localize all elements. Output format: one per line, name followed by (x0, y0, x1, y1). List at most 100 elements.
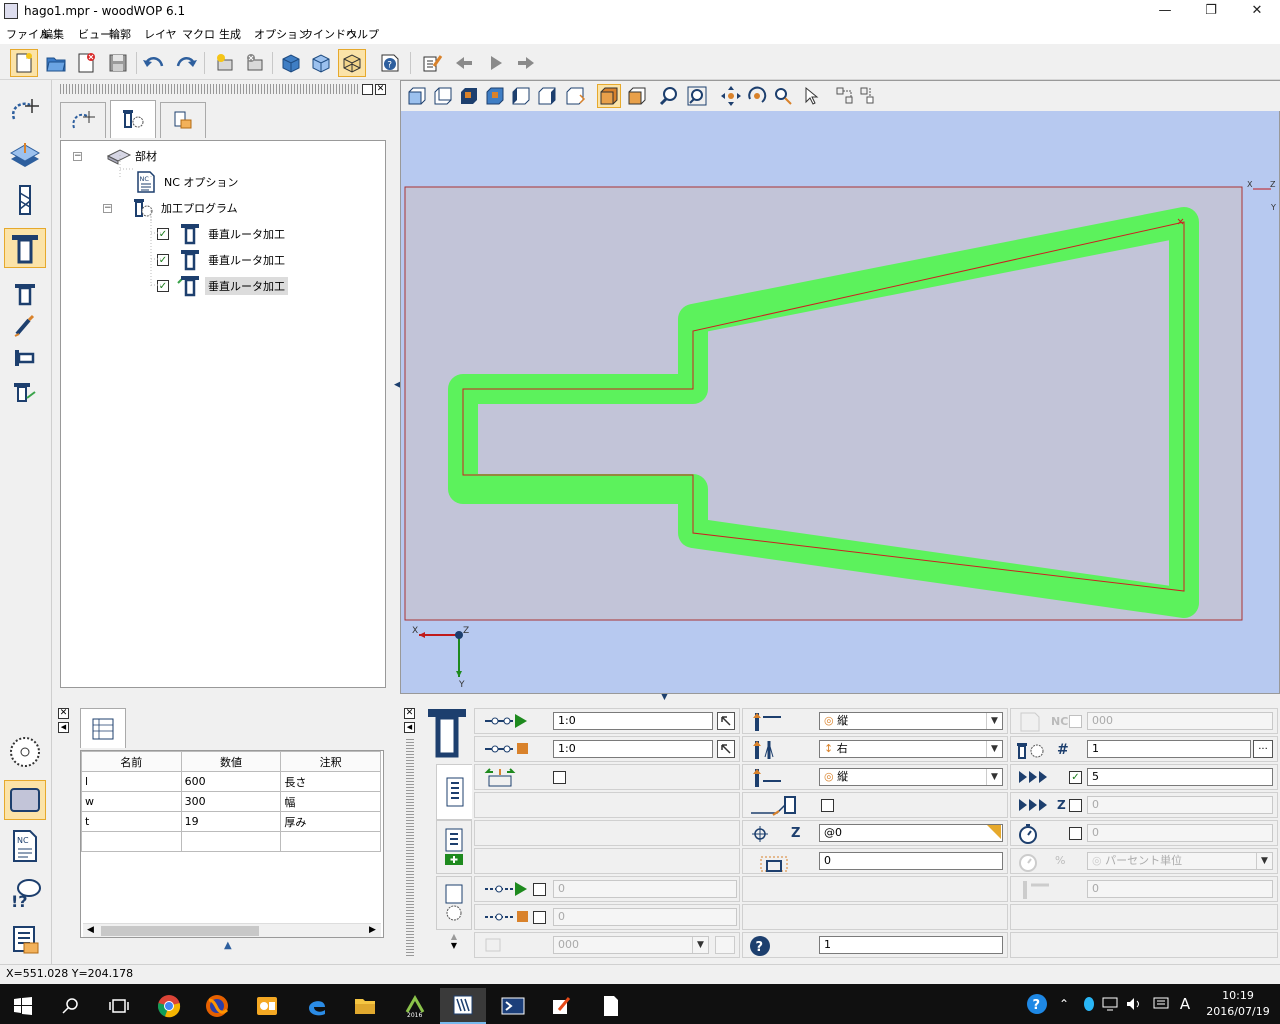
open-file-icon[interactable] (42, 49, 70, 77)
tab-contour[interactable] (60, 102, 106, 138)
menu-layer[interactable]: レイヤ (144, 26, 177, 42)
view-front-icon[interactable] (405, 84, 429, 108)
menu-view[interactable]: ビュー (78, 26, 111, 42)
tab-add-parameters[interactable] (436, 820, 472, 874)
3d-viewport[interactable]: X Z Y X Z Y (400, 80, 1280, 694)
end-offset-field[interactable]: 0 (553, 908, 737, 926)
browse-button[interactable]: ... (1253, 740, 1273, 758)
feed-checkbox[interactable]: ✓ (1069, 771, 1082, 784)
file-explorer-icon[interactable] (342, 988, 388, 1024)
expand-up-icon[interactable]: ▲ (224, 940, 232, 951)
table-row[interactable]: t 19 厚み (81, 811, 381, 832)
time-checkbox[interactable] (1069, 827, 1082, 840)
grid-snap-icon[interactable] (857, 84, 881, 108)
close-file-icon[interactable] (72, 49, 100, 77)
panel-collapse-icon[interactable]: ◀ (58, 722, 69, 733)
start-button-icon[interactable] (0, 988, 46, 1024)
nc-program-icon[interactable]: NC (4, 826, 46, 866)
save-icon[interactable] (104, 49, 132, 77)
tab-program[interactable] (110, 100, 156, 138)
rotate-icon[interactable] (745, 84, 769, 108)
time-field[interactable]: 0 (1087, 824, 1273, 842)
tab-aggregate[interactable] (436, 876, 472, 930)
search-icon[interactable] (48, 988, 94, 1024)
cell-comment[interactable] (280, 831, 381, 852)
close-button[interactable]: ✕ (1234, 0, 1280, 24)
tool-picker-button[interactable] (715, 936, 735, 954)
zoom-pan-icon[interactable] (771, 84, 795, 108)
firefox-icon[interactable] (194, 988, 240, 1024)
cell-value[interactable]: 19 (180, 811, 282, 832)
contour-direction-checkbox[interactable] (553, 771, 566, 784)
cell-name[interactable]: l (81, 771, 182, 792)
saw-blade-icon[interactable] (4, 732, 46, 772)
tab-scroll[interactable]: ▲ ▼ (436, 932, 472, 956)
panel-close-button[interactable]: ✕ (404, 708, 415, 719)
scroll-right-icon[interactable]: ▶ (369, 925, 376, 935)
outlook-icon[interactable] (244, 988, 290, 1024)
panel-close-button[interactable]: ✕ (58, 708, 69, 719)
start-offset-field[interactable]: 0 (553, 880, 737, 898)
view-3d-wire-icon[interactable] (307, 49, 335, 77)
document-icon[interactable] (588, 988, 634, 1024)
workpiece-view-icon[interactable] (4, 780, 46, 820)
z-feed-field[interactable]: 0 (1087, 796, 1273, 814)
task-view-icon[interactable] (96, 988, 142, 1024)
drill-tool-icon[interactable] (4, 180, 46, 220)
contour-tool-icon[interactable] (4, 92, 46, 132)
undo-icon[interactable] (140, 49, 168, 77)
repeat-field[interactable]: 1 (1087, 740, 1251, 758)
nc-checkbox[interactable] (1069, 715, 1082, 728)
radius-comp-dropdown[interactable]: ↕ 右 ▼ (819, 740, 1003, 758)
cell-value[interactable] (180, 831, 282, 852)
nc-field[interactable]: 000 (1087, 712, 1273, 730)
panel-collapse-icon[interactable]: ◀ (404, 722, 415, 733)
network-icon[interactable] (1100, 984, 1120, 1024)
zoom-fit-icon[interactable] (685, 84, 709, 108)
ime-indicator[interactable]: A (1176, 984, 1194, 1024)
percent-dropdown[interactable]: ◎ パーセント単位 ▼ (1087, 852, 1273, 870)
tool-dropdown[interactable]: 000 ▼ (553, 936, 709, 954)
start-point-field[interactable]: 1:0 (553, 712, 713, 730)
play-icon[interactable] (482, 49, 510, 77)
pan-icon[interactable] (719, 84, 743, 108)
help-tray-icon[interactable]: ? (1024, 984, 1050, 1024)
menu-generate[interactable]: 生成 (219, 26, 241, 42)
plunge-checkbox[interactable] (821, 799, 834, 812)
taskbar-clock[interactable]: 10:19 2016/07/19 (1202, 988, 1274, 1020)
pick-end-button[interactable] (717, 740, 735, 758)
woodwop-cad-icon[interactable]: 2016 (392, 988, 438, 1024)
tab-general[interactable] (436, 764, 472, 820)
render-shaded-icon[interactable] (625, 84, 649, 108)
help-context-icon[interactable]: ? (376, 49, 404, 77)
cell-name[interactable] (81, 831, 182, 852)
end-offset-checkbox[interactable] (533, 911, 546, 924)
tab-variables[interactable] (80, 708, 126, 748)
table-row[interactable]: w 300 幅 (81, 791, 381, 812)
view-back-icon[interactable] (431, 84, 455, 108)
z-depth-field[interactable]: @0 (819, 824, 1003, 842)
menu-edit[interactable]: 編集 (42, 26, 64, 42)
measure-icon[interactable] (833, 84, 857, 108)
view-3d-transparent-icon[interactable] (338, 49, 366, 77)
panel-maximize-button[interactable] (362, 84, 373, 95)
help-icon[interactable]: ? (749, 935, 771, 957)
select-pointer-icon[interactable] (799, 84, 823, 108)
cell-comment[interactable]: 長さ (280, 771, 381, 792)
panel-grip[interactable] (60, 84, 360, 94)
retract-dropdown[interactable]: ◎ 縦 ▼ (819, 768, 1003, 786)
show-hidden-icons-icon[interactable]: ⌃ (1054, 984, 1074, 1024)
scroll-thumb[interactable] (101, 926, 259, 936)
editor-app-icon[interactable] (538, 988, 584, 1024)
step-forward-icon[interactable] (512, 49, 540, 77)
approach-dropdown[interactable]: ◎ 縦 ▼ (819, 712, 1003, 730)
menu-help[interactable]: ヘルプ (346, 26, 379, 42)
powershell-icon[interactable] (490, 988, 536, 1024)
table-row[interactable] (81, 831, 381, 852)
feed-field[interactable]: 5 (1087, 768, 1273, 786)
panel-close-button[interactable]: ✕ (375, 84, 386, 95)
new-component-icon[interactable] (210, 49, 238, 77)
table-row[interactable]: l 600 長さ (81, 771, 381, 792)
router-tool-icon[interactable] (4, 228, 46, 268)
chrome-icon[interactable] (146, 988, 192, 1024)
